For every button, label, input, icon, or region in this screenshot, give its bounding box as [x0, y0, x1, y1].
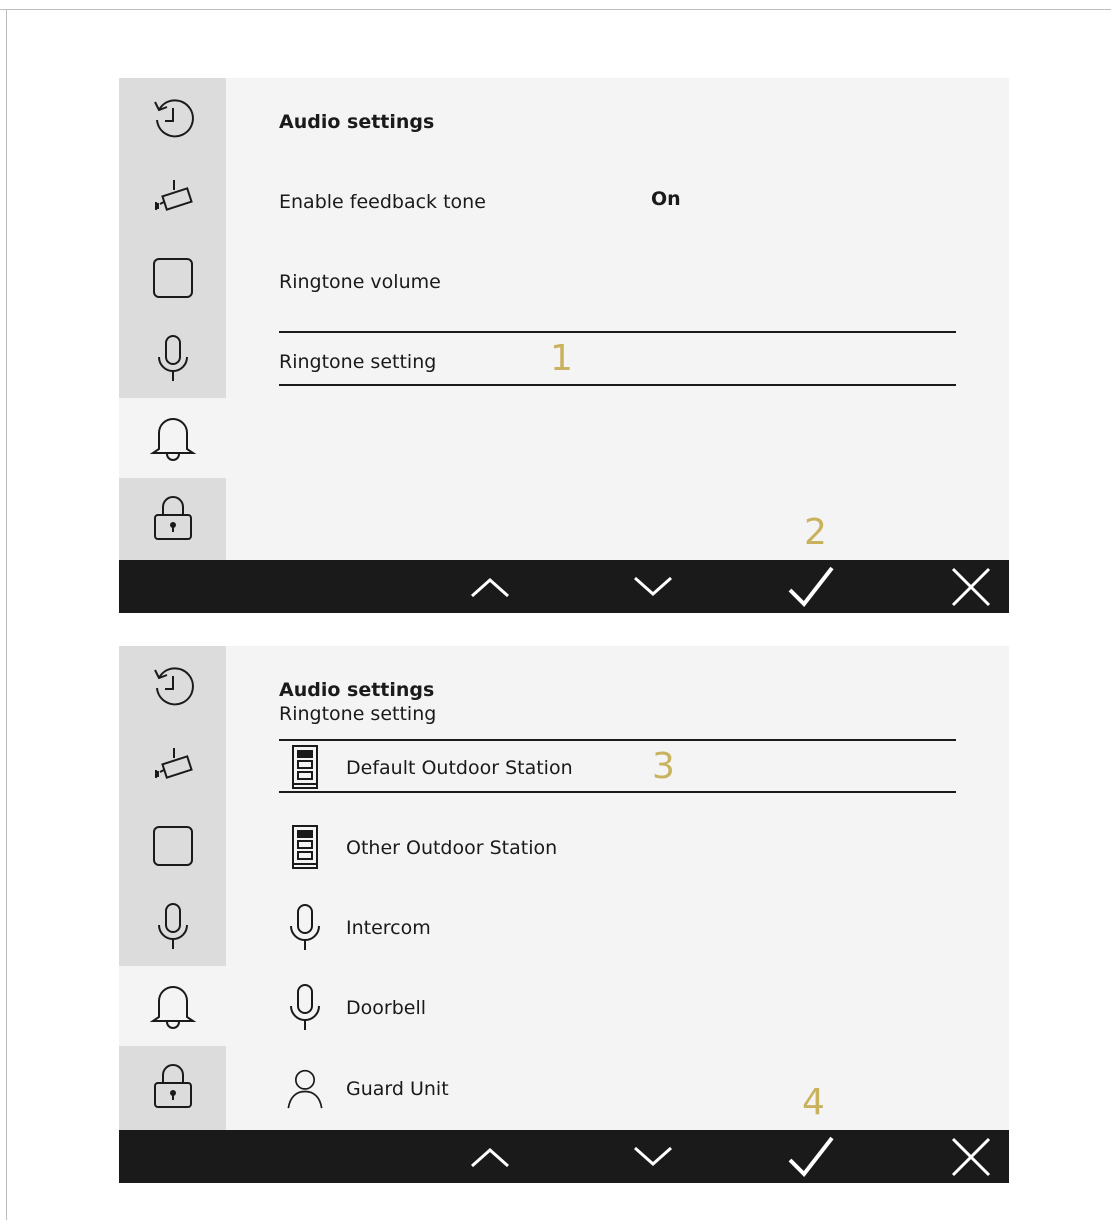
sidebar [119, 78, 226, 560]
sidebar-item-microphone[interactable] [119, 318, 226, 398]
history-icon [153, 667, 194, 706]
annotation-marker: 4 [802, 1082, 825, 1123]
row-icon [285, 742, 325, 792]
annotation-marker: 2 [804, 512, 827, 553]
bell-icon [149, 418, 196, 461]
bottom-toolbar [119, 1130, 1009, 1183]
sidebar-item-screen[interactable] [119, 238, 226, 318]
row-label-ringtone-setting[interactable]: Ringtone setting [279, 351, 436, 373]
screen-audio-settings: Audio settings Enable feedback tone On R… [119, 78, 1009, 613]
frame-border-top [0, 9, 1111, 10]
row-label-ringtone-volume[interactable]: Ringtone volume [279, 271, 441, 293]
chevron-down-icon [634, 576, 672, 596]
bottom-toolbar [119, 560, 1009, 613]
selection-top-line [279, 331, 956, 333]
sidebar-item-screen[interactable] [119, 806, 226, 886]
sidebar-item-bell[interactable] [119, 966, 226, 1046]
frame-border-left [6, 9, 7, 1220]
person-icon [287, 1069, 323, 1109]
chevron-up-icon [471, 1147, 509, 1167]
list-item-doorbell[interactable]: Doorbell [346, 997, 426, 1019]
close-icon [951, 567, 991, 606]
page-title: Audio settings [279, 111, 435, 133]
outdoor-station-icon [292, 825, 318, 869]
lock-icon [153, 1064, 192, 1108]
close-icon [951, 1137, 991, 1176]
settings-content: Audio settings Enable feedback tone On R… [226, 78, 1009, 560]
sidebar-item-bell[interactable] [119, 398, 226, 478]
microphone-icon [157, 903, 188, 949]
sidebar-item-microphone[interactable] [119, 886, 226, 966]
check-icon [788, 1136, 834, 1177]
check-icon [788, 566, 834, 607]
scroll-down-button[interactable] [618, 1130, 688, 1183]
sidebar-item-history[interactable] [119, 78, 226, 158]
close-button[interactable] [936, 1130, 1006, 1183]
close-button[interactable] [936, 560, 1006, 613]
sidebar-item-lock[interactable] [119, 478, 226, 558]
microphone-icon [290, 984, 320, 1030]
camera-icon [154, 180, 193, 211]
outdoor-station-icon [292, 745, 318, 789]
annotation-marker: 3 [652, 746, 675, 787]
microphone-icon [157, 335, 188, 381]
confirm-button[interactable] [776, 1130, 846, 1183]
row-icon [285, 902, 325, 952]
annotation-marker: 1 [550, 338, 573, 379]
list-item-other-outdoor-station[interactable]: Other Outdoor Station [346, 837, 557, 859]
page-title: Audio settings [279, 679, 435, 701]
scroll-down-button[interactable] [618, 560, 688, 613]
sidebar-item-camera[interactable] [119, 158, 226, 238]
square-icon [152, 258, 193, 298]
row-icon [285, 982, 325, 1032]
scroll-up-button[interactable] [455, 560, 525, 613]
sidebar-item-camera[interactable] [119, 726, 226, 806]
feedback-tone-value[interactable]: On [651, 188, 681, 210]
chevron-up-icon [471, 577, 509, 597]
list-item-guard-unit[interactable]: Guard Unit [346, 1078, 449, 1100]
chevron-down-icon [634, 1146, 672, 1166]
row-icon [285, 1064, 325, 1114]
selection-top-line [279, 739, 956, 741]
history-icon [153, 99, 194, 138]
selection-bottom-line [279, 791, 956, 793]
row-label-feedback-tone[interactable]: Enable feedback tone [279, 191, 486, 213]
sidebar-item-lock[interactable] [119, 1046, 226, 1126]
lock-icon [153, 496, 192, 540]
list-item-intercom[interactable]: Intercom [346, 917, 431, 939]
selection-bottom-line [279, 384, 956, 386]
sidebar-item-history[interactable] [119, 646, 226, 726]
bell-icon [149, 986, 196, 1029]
sidebar [119, 646, 226, 1130]
confirm-button[interactable] [776, 560, 846, 613]
microphone-icon [290, 904, 320, 950]
square-icon [152, 826, 193, 866]
camera-icon [154, 748, 193, 779]
list-item-default-outdoor-station[interactable]: Default Outdoor Station [346, 757, 573, 779]
screen-ringtone-setting: Audio settings Ringtone setting Default … [119, 646, 1009, 1183]
scroll-up-button[interactable] [455, 1130, 525, 1183]
row-icon [285, 822, 325, 872]
settings-content: Audio settings Ringtone setting Default … [226, 646, 1009, 1130]
page-subtitle: Ringtone setting [279, 703, 437, 725]
